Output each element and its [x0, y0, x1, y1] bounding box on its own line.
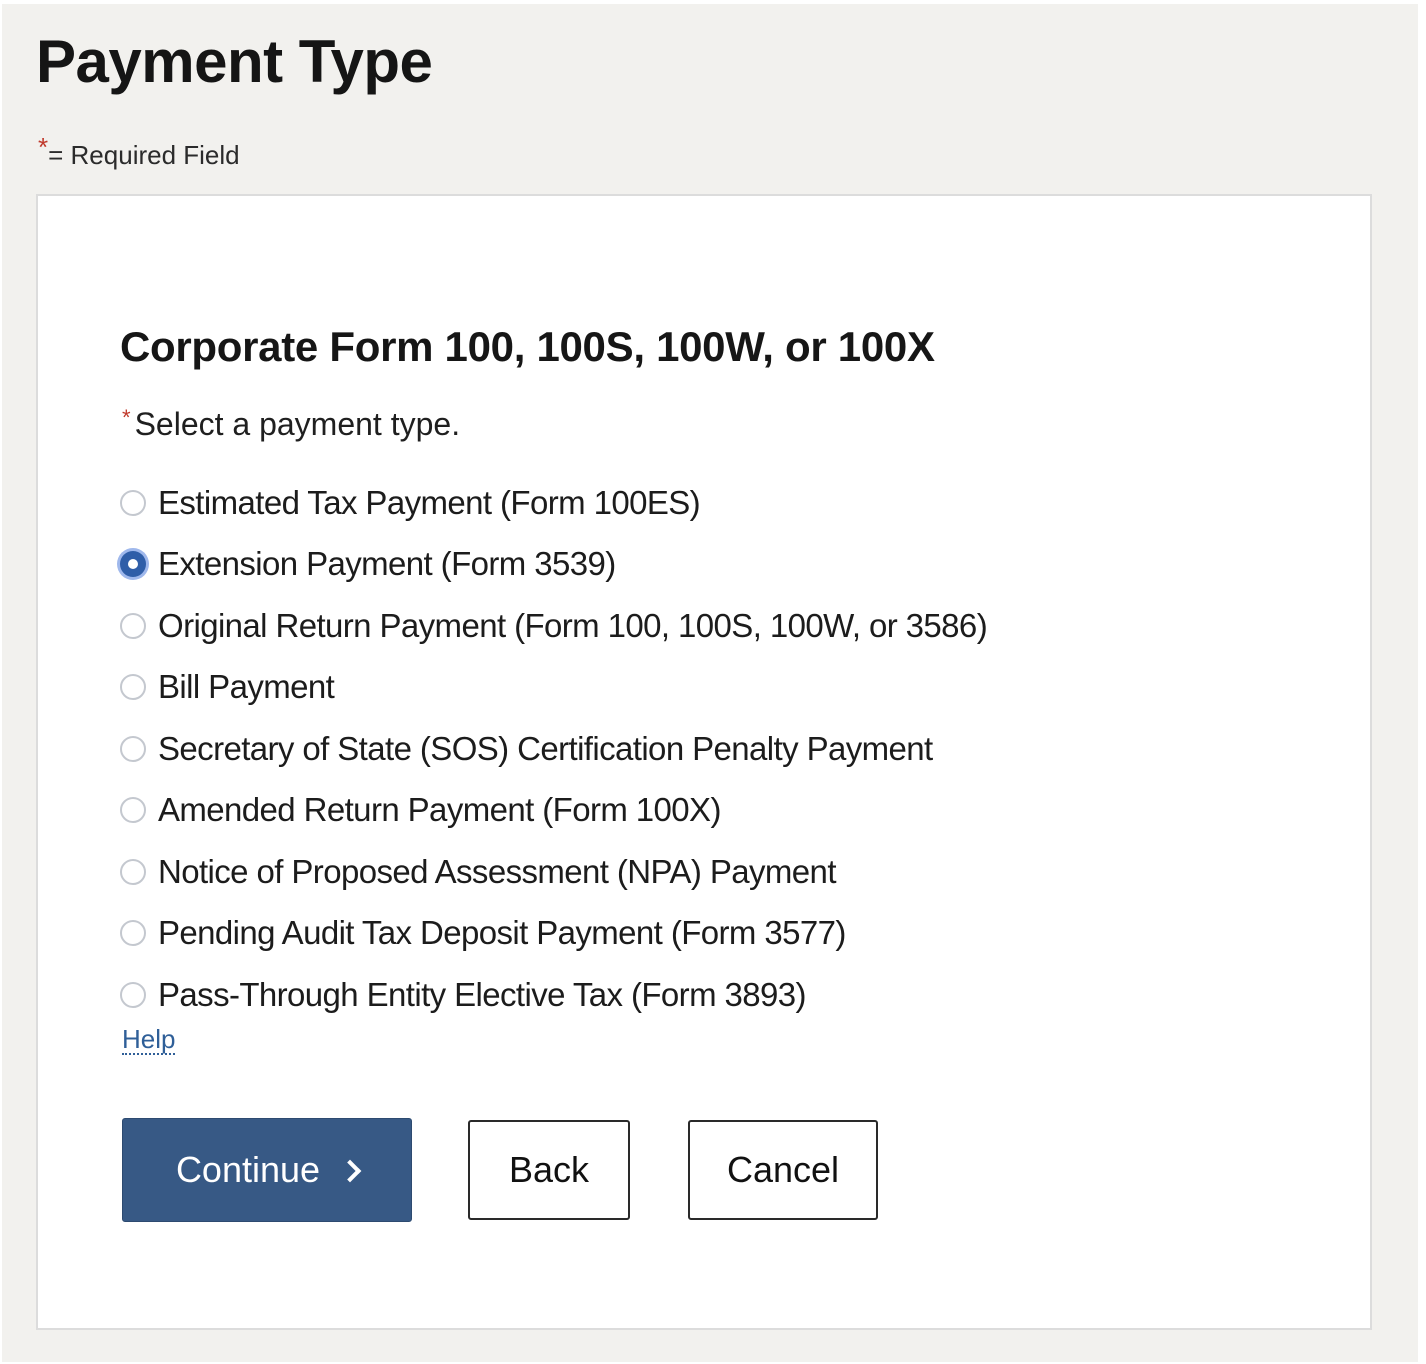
radio-option-estimated-tax[interactable]: Estimated Tax Payment (Form 100ES)	[120, 472, 987, 534]
radio-button[interactable]	[120, 551, 146, 578]
radio-option-npa-payment[interactable]: Notice of Proposed Assessment (NPA) Paym…	[120, 841, 987, 903]
radio-label[interactable]: Extension Payment (Form 3539)	[158, 545, 616, 583]
radio-label[interactable]: Pending Audit Tax Deposit Payment (Form …	[158, 914, 846, 952]
page-title: Payment Type	[36, 28, 433, 95]
prompt-text: Select a payment type.	[134, 406, 461, 442]
payment-type-card: Corporate Form 100, 100S, 100W, or 100X …	[36, 194, 1372, 1330]
radio-button[interactable]	[120, 612, 146, 639]
radio-label[interactable]: Estimated Tax Payment (Form 100ES)	[158, 484, 701, 522]
radio-button[interactable]	[120, 489, 146, 516]
radio-button[interactable]	[120, 735, 146, 762]
required-asterisk-icon: *	[38, 132, 49, 162]
radio-label[interactable]: Secretary of State (SOS) Certification P…	[158, 730, 933, 768]
required-note-text: = Required Field	[48, 140, 240, 170]
chevron-right-icon	[338, 1159, 362, 1183]
cancel-button[interactable]: Cancel	[688, 1120, 878, 1220]
continue-button[interactable]: Continue	[122, 1118, 412, 1222]
radio-label[interactable]: Amended Return Payment (Form 100X)	[158, 791, 721, 829]
radio-label[interactable]: Notice of Proposed Assessment (NPA) Paym…	[158, 853, 836, 891]
radio-option-sos-penalty[interactable]: Secretary of State (SOS) Certification P…	[120, 718, 987, 780]
radio-label[interactable]: Bill Payment	[158, 668, 335, 706]
radio-option-extension-payment[interactable]: Extension Payment (Form 3539)	[120, 534, 987, 596]
radio-button[interactable]	[120, 981, 146, 1008]
radio-option-pass-through-entity[interactable]: Pass-Through Entity Elective Tax (Form 3…	[120, 964, 987, 1026]
radio-button[interactable]	[120, 920, 146, 947]
continue-label: Continue	[175, 1149, 321, 1190]
required-asterisk-icon: *	[122, 405, 131, 430]
radio-label[interactable]: Original Return Payment (Form 100, 100S,…	[158, 607, 988, 645]
radio-option-original-return[interactable]: Original Return Payment (Form 100, 100S,…	[120, 595, 988, 657]
radio-button[interactable]	[120, 797, 146, 824]
required-field-note: *= Required Field	[38, 134, 240, 170]
help-link[interactable]: Help	[122, 1025, 176, 1056]
payment-type-prompt: * Select a payment type.	[122, 405, 461, 442]
section-title: Corporate Form 100, 100S, 100W, or 100X	[120, 323, 935, 370]
radio-button[interactable]	[120, 674, 146, 701]
radio-option-pending-audit[interactable]: Pending Audit Tax Deposit Payment (Form …	[120, 903, 987, 965]
radio-option-bill-payment[interactable]: Bill Payment	[120, 657, 987, 719]
page-background: Payment Type *= Required Field Corporate…	[2, 4, 1418, 1362]
back-button[interactable]: Back	[468, 1120, 630, 1220]
radio-button[interactable]	[120, 858, 146, 885]
radio-option-amended-return[interactable]: Amended Return Payment (Form 100X)	[120, 780, 987, 842]
payment-type-radio-group: Estimated Tax Payment (Form 100ES) Exten…	[120, 472, 988, 1026]
radio-label[interactable]: Pass-Through Entity Elective Tax (Form 3…	[158, 976, 807, 1014]
